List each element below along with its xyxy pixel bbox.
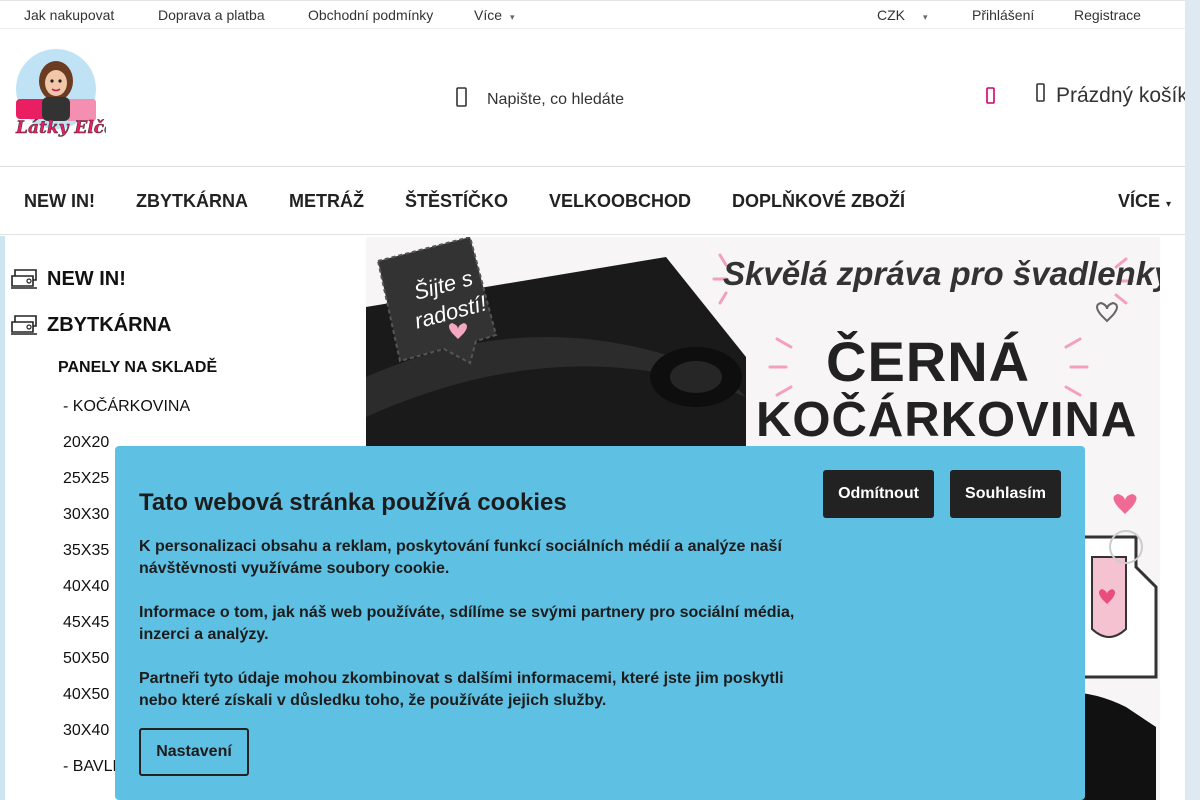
nav-zbytkarna[interactable]: ZBYTKÁRNA [136, 191, 248, 212]
site-header: Látky Elča Napište, co hledáte Prázdný k… [0, 29, 1188, 167]
banner-title-line1: ČERNÁ [826, 330, 1031, 393]
cookie-text-2: Informace o tom, jak náš web používáte, … [139, 604, 795, 643]
currency-label: CZK [877, 7, 905, 23]
topbar-more-label: Více [474, 7, 503, 23]
reject-button[interactable]: Odmítnout [823, 470, 934, 518]
link-terms[interactable]: Obchodní podmínky [308, 7, 433, 23]
banner-headline: Skvělá zpráva pro švadlenky! [723, 255, 1160, 292]
search-placeholder: Napište, co hledáte [487, 90, 624, 108]
nav-more-label: VÍCE [1118, 191, 1161, 211]
sidebar-item-label: NEW IN! [47, 267, 126, 290]
sidebar-item-40x40[interactable]: 40X40 [63, 578, 109, 596]
sidebar-item-label: ZBYTKÁRNA [47, 313, 172, 336]
sidebar-item-35x35[interactable]: 35X35 [63, 542, 109, 560]
sidebar-item-25x25[interactable]: 25X25 [63, 470, 109, 488]
main-navigation: NEW IN! ZBYTKÁRNA METRÁŽ ŠTĚSTÍČKO VELKO… [0, 167, 1185, 235]
nav-new-in[interactable]: NEW IN! [24, 191, 95, 212]
sidebar-item-kocarkovina[interactable]: - KOČÁRKOVINA [63, 398, 190, 416]
login-link[interactable]: Přihlášení [972, 7, 1034, 23]
cart-label: Prázdný košík [1056, 84, 1188, 107]
register-link[interactable]: Registrace [1074, 7, 1141, 23]
sidebar-item-40x50[interactable]: 40X50 [63, 686, 109, 704]
page: Jak nakupovat Doprava a platba Obchodní … [0, 0, 1200, 800]
cart-button[interactable]: Prázdný košík [1036, 83, 1188, 109]
svg-text:Látky Elča: Látky Elča [15, 118, 106, 138]
nav-more[interactable]: VÍCE ▾ [1118, 191, 1171, 212]
sidebar-item-zbytkarna[interactable]: ZBYTKÁRNA [9, 312, 171, 338]
sidebar-item-panely-na-sklade[interactable]: PANELY NA SKLADĚ [58, 359, 217, 377]
cart-icon [1036, 83, 1047, 109]
cookie-consent-dialog: Tato webová stránka používá cookies K pe… [115, 446, 1085, 800]
sidebar-item-30x40[interactable]: 30X40 [63, 722, 109, 740]
currency-select[interactable]: CZK ▾ [877, 7, 928, 23]
cookie-text-3: Partneři tyto údaje mohou zkombinovat s … [139, 670, 784, 709]
cookie-text-1: K personalizaci obsahu a reklam, poskyto… [139, 538, 782, 577]
topbar-more[interactable]: Více ▾ [474, 7, 515, 23]
banner-title-line2: KOČÁRKOVINA [756, 393, 1138, 447]
chevron-down-icon: ▾ [1166, 199, 1172, 210]
wishlist-icon[interactable] [986, 87, 996, 110]
chevron-down-icon: ▾ [510, 12, 515, 22]
accept-button[interactable]: Souhlasím [950, 470, 1061, 518]
search-icon [456, 87, 478, 112]
link-shipping-payment[interactable]: Doprava a platba [158, 7, 265, 23]
nav-stesticko[interactable]: ŠTĚSTÍČKO [405, 191, 508, 212]
sidebar-item-30x30[interactable]: 30X30 [63, 506, 109, 524]
sidebar-item-new-in[interactable]: NEW IN! [9, 266, 126, 292]
chevron-down-icon: ▾ [923, 12, 928, 22]
sidebar-item-20x20[interactable]: 20X20 [63, 434, 109, 452]
cookie-title: Tato webová stránka používá cookies [139, 489, 567, 516]
search-box[interactable]: Napište, co hledáte [456, 87, 624, 112]
sewing-machine-icon [11, 315, 37, 335]
nav-doplnkove-zbozi[interactable]: DOPLŇKOVÉ ZBOŽÍ [732, 191, 905, 212]
top-bar: Jak nakupovat Doprava a platba Obchodní … [0, 0, 1185, 29]
page-scrollbar[interactable] [1185, 0, 1200, 800]
sewing-machine-icon [11, 269, 37, 289]
sidebar-item-50x50[interactable]: 50X50 [63, 650, 109, 668]
link-how-to-buy[interactable]: Jak nakupovat [24, 7, 114, 23]
cookie-settings-button[interactable]: Nastavení [139, 728, 249, 776]
nav-velkoobchod[interactable]: VELKOOBCHOD [549, 191, 691, 212]
nav-metraz[interactable]: METRÁŽ [289, 191, 364, 212]
logo[interactable]: Látky Elča [6, 45, 106, 143]
sidebar-item-45x45[interactable]: 45X45 [63, 614, 109, 632]
